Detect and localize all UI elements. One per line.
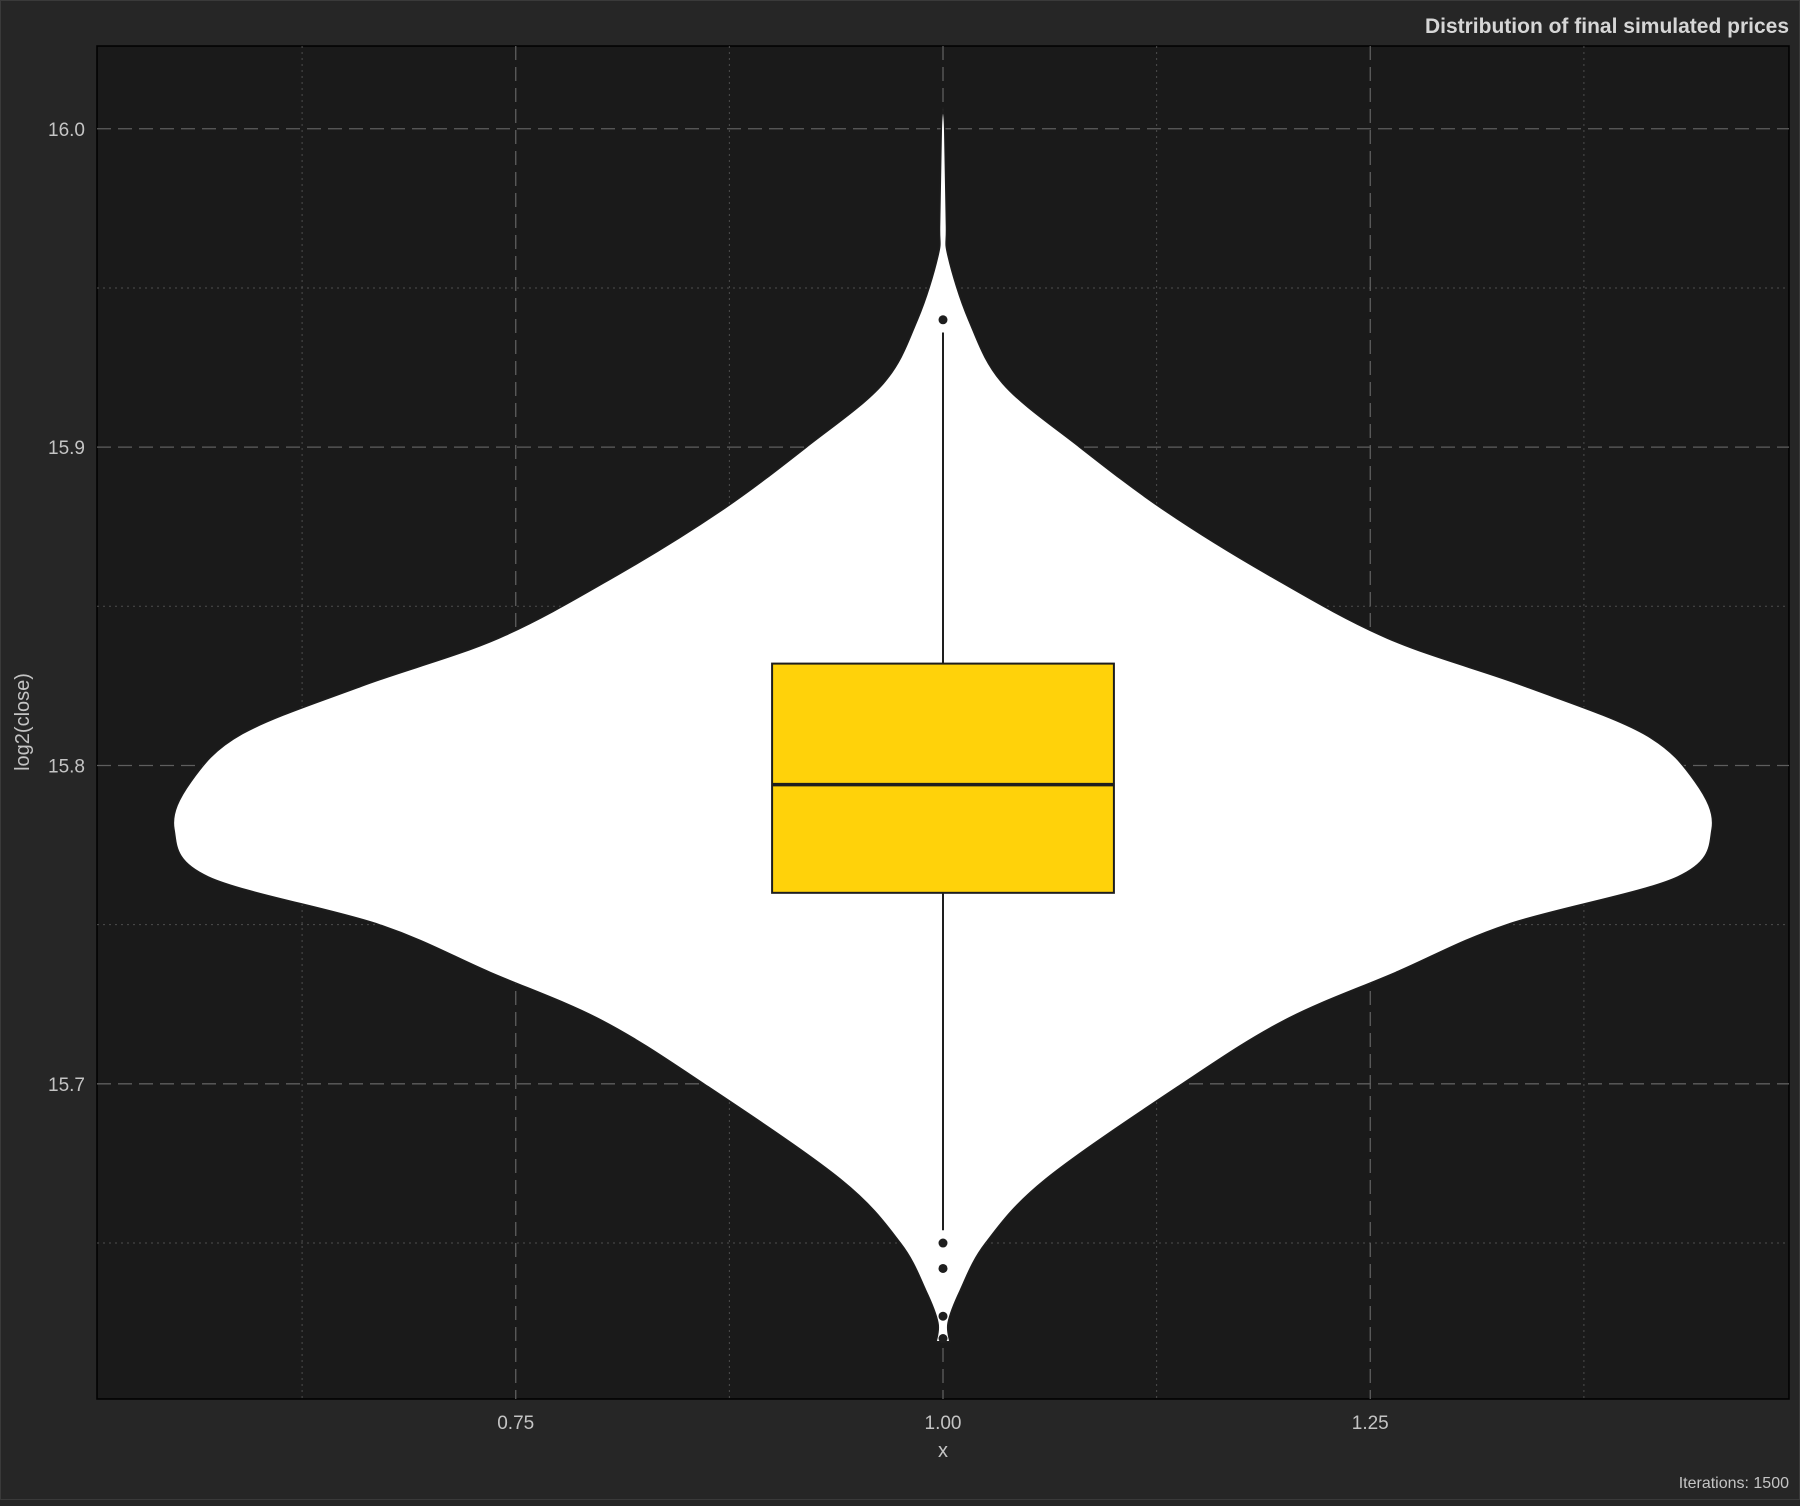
x-axis-title: x [938,1440,948,1462]
y-tick-label: 15.8 [48,756,85,777]
chart-title: Distribution of final simulated prices [1425,15,1789,38]
x-tick-label: 1.25 [1352,1413,1389,1434]
outlier-point [938,1263,948,1273]
x-tick-label: 1.00 [925,1413,962,1434]
y-tick-label: 15.9 [48,438,85,459]
outlier-point [938,1311,948,1321]
violin-chart: 15.7 15.8 15.9 16.0 0.75 1.00 1.25 Distributio… [12,15,1790,1492]
y-tick-label: 15.7 [48,1075,85,1096]
box-iqr [771,662,1115,894]
x-tick-label: 0.75 [497,1413,534,1434]
y-axis-title: log2(close) [12,673,34,771]
outlier-point [938,1334,948,1344]
outlier-point [938,315,948,325]
chart-figure: 15.7 15.8 15.9 16.0 0.75 1.00 1.25 Distributio… [0,0,1800,1500]
outlier-point [938,1238,948,1248]
y-tick-label: 16.0 [48,120,85,141]
chart-caption: Iterations: 1500 [1679,1475,1789,1492]
